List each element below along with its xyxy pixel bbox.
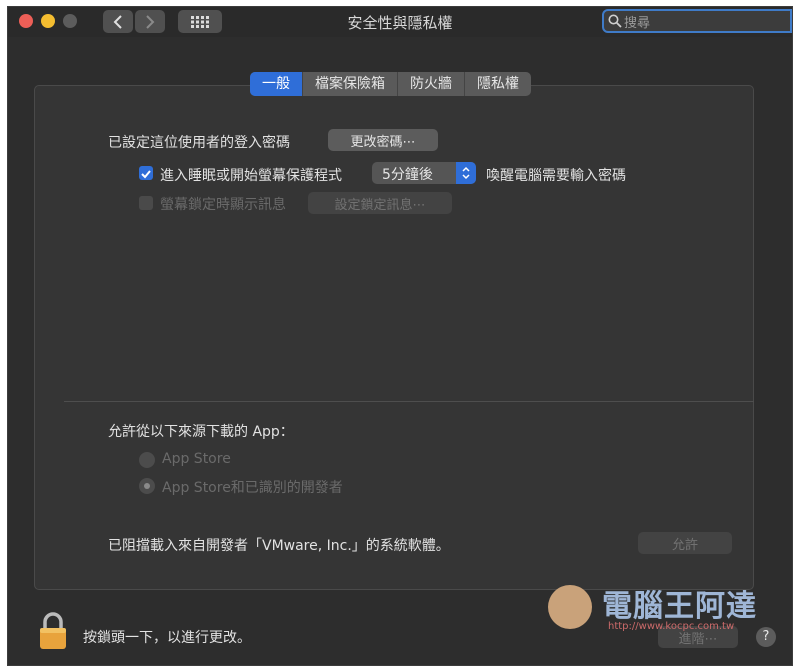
password-delay-value: 5分鐘後	[382, 167, 433, 183]
radio-app-store-label: App Store	[162, 451, 231, 467]
tab-filevault[interactable]: 檔案保險箱	[302, 72, 397, 96]
set-lock-message-button[interactable]: 設定鎖定訊息⋯	[308, 192, 452, 214]
password-set-label: 已設定這位使用者的登入密碼	[108, 135, 290, 151]
search-placeholder: 搜尋	[624, 15, 651, 31]
require-password-suffix: 喚醒電腦需要輸入密碼	[486, 168, 626, 184]
watermark-mascot-icon	[548, 585, 592, 629]
tab-privacy[interactable]: 隱私權	[464, 72, 531, 96]
tab-firewall[interactable]: 防火牆	[397, 72, 464, 96]
lock-hint-text: 按鎖頭一下，以進行更改。	[83, 630, 251, 646]
general-panel	[34, 85, 754, 590]
select-stepper-icon	[456, 162, 476, 184]
watermark: 電腦王阿達 http://www.kocpc.com.tw	[548, 577, 778, 641]
radio-app-store-identified-label: App Store和已識別的開發者	[162, 480, 343, 496]
show-message-label: 螢幕鎖定時顯示訊息	[160, 197, 286, 213]
title-bar: 安全性與隱私權 搜尋	[8, 7, 792, 37]
blocked-software-message: 已阻擋載入來自開發者「VMware, Inc.」的系統軟體。	[108, 538, 450, 554]
change-password-button[interactable]: 更改密碼⋯	[328, 129, 438, 151]
require-password-checkbox[interactable]	[139, 166, 153, 180]
search-icon	[608, 14, 622, 28]
preferences-window: 安全性與隱私權 搜尋 一般 檔案保險箱 防火牆 隱私權 已設定這位使用者的登入密…	[7, 6, 793, 666]
download-sources-heading: 允許從以下來源下載的 App：	[108, 424, 294, 440]
search-field[interactable]: 搜尋	[602, 9, 792, 33]
tab-general[interactable]: 一般	[250, 72, 302, 96]
radio-app-store[interactable]	[139, 452, 155, 468]
watermark-title: 電腦王阿達	[602, 589, 757, 624]
password-delay-select[interactable]: 5分鐘後	[372, 162, 476, 184]
section-divider	[64, 401, 754, 402]
lock-icon[interactable]	[38, 612, 68, 650]
radio-app-store-identified[interactable]	[139, 478, 155, 494]
watermark-url: http://www.kocpc.com.tw	[608, 621, 735, 632]
allow-button[interactable]: 允許	[638, 532, 732, 554]
checkmark-icon	[141, 170, 151, 179]
radio-dot	[144, 483, 150, 489]
require-password-label: 進入睡眠或開始螢幕保護程式	[160, 168, 342, 184]
tab-bar: 一般 檔案保險箱 防火牆 隱私權	[250, 72, 531, 96]
show-message-checkbox[interactable]	[139, 196, 153, 210]
